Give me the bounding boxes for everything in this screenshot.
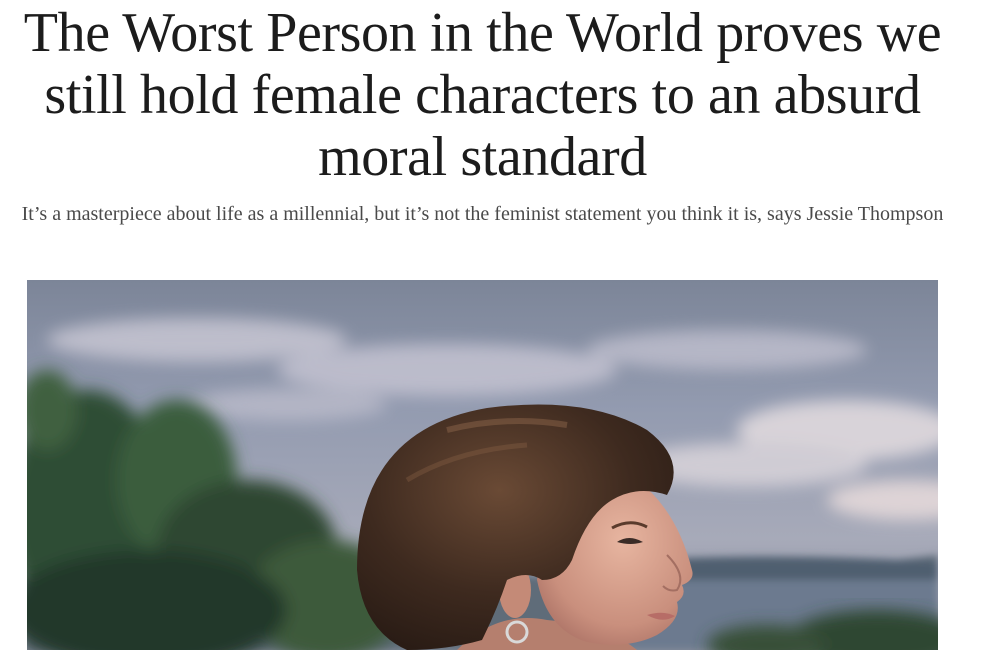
hero-image[interactable]: [27, 280, 938, 650]
article-header: The Worst Person in the World proves we …: [0, 0, 965, 230]
article-headline: The Worst Person in the World proves we …: [23, 2, 942, 188]
hero-photo: [27, 280, 938, 650]
article-standfirst: It’s a masterpiece about life as a mille…: [21, 203, 944, 225]
